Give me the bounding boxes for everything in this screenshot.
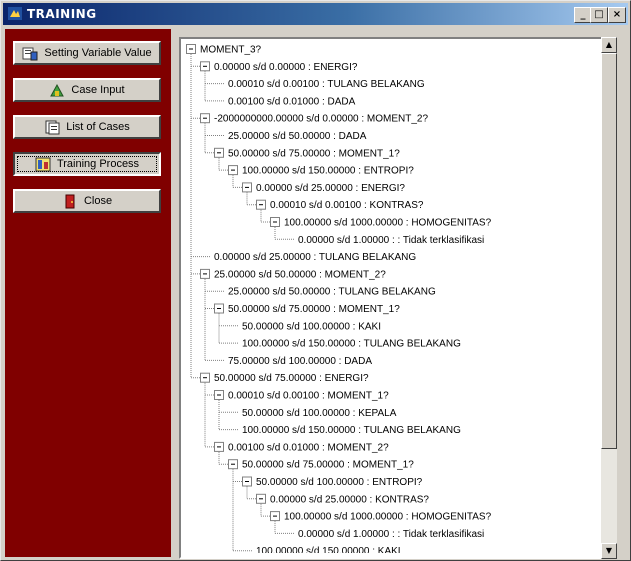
- tree-node-label[interactable]: -2000000000.00000 s/d 0.00000 : MOMENT_2…: [214, 114, 428, 125]
- tree-node-label[interactable]: 100.00000 s/d 1000.00000 : HOMOGENITAS?: [284, 512, 492, 523]
- list-of-cases-label: List of Cases: [66, 121, 130, 133]
- vertical-scrollbar[interactable]: ▲ ▼: [601, 37, 617, 559]
- close-window-button[interactable]: ×: [608, 7, 626, 23]
- scroll-down-button[interactable]: ▼: [601, 543, 617, 559]
- tree-node-label[interactable]: 25.00000 s/d 50.00000 : DADA: [228, 131, 367, 142]
- case-input-label: Case Input: [71, 84, 125, 96]
- decision-tree-view[interactable]: MOMENT_3? 0.00000 s/d 0.00000 : ENERGI? 0.…: [179, 37, 605, 559]
- case-input-button[interactable]: Case Input: [13, 78, 161, 102]
- sidebar-panel: Setting Variable Value Case Input List o…: [5, 29, 171, 557]
- expand-toggle-icon[interactable]: [228, 165, 238, 176]
- app-icon: [8, 7, 22, 20]
- tree-node-label[interactable]: 100.00000 s/d 150.00000 : ENTROPI?: [242, 166, 414, 177]
- tree-node-label[interactable]: 0.00000 s/d 1.00000 : : Tidak terklasifi…: [298, 529, 484, 540]
- expand-toggle-icon[interactable]: [256, 493, 266, 504]
- title-bar[interactable]: TRAINING _ □ ×: [3, 3, 628, 25]
- tree-node-label[interactable]: 0.00000 s/d 25.00000 : TULANG BELAKANG: [214, 252, 416, 263]
- close-label: Close: [83, 195, 113, 207]
- tree-canvas: MOMENT_3? 0.00000 s/d 0.00000 : ENERGI? 0.…: [186, 44, 492, 553]
- minimize-icon: _: [580, 9, 586, 20]
- tree-node-label[interactable]: 50.00000 s/d 75.00000 : MOMENT_1?: [228, 304, 400, 315]
- tree-node-label[interactable]: 75.00000 s/d 100.00000 : DADA: [228, 356, 372, 367]
- setting-variable-value-button[interactable]: Setting Variable Value: [13, 41, 161, 65]
- training-process-label: Training Process: [56, 158, 140, 170]
- maximize-button[interactable]: □: [590, 7, 608, 23]
- expand-toggle-icon[interactable]: [214, 147, 224, 158]
- tree-node-label[interactable]: 50.00000 s/d 75.00000 : ENERGI?: [214, 373, 369, 384]
- tree-node-label[interactable]: 100.00000 s/d 150.00000 : KAKI: [256, 546, 401, 553]
- expand-toggle-icon[interactable]: [200, 268, 210, 279]
- close-icon: ×: [612, 9, 622, 20]
- scroll-thumb[interactable]: [601, 53, 617, 449]
- tree-node-label[interactable]: 100.00000 s/d 150.00000 : TULANG BELAKAN…: [242, 425, 461, 436]
- tree-node-label[interactable]: 50.00000 s/d 100.00000 : KAKI: [242, 321, 381, 332]
- tree-node-label[interactable]: 0.00000 s/d 25.00000 : KONTRAS?: [270, 494, 429, 505]
- tree-node-label[interactable]: 100.00000 s/d 1000.00000 : HOMOGENITAS?: [284, 218, 492, 229]
- tree-node-label[interactable]: 50.00000 s/d 75.00000 : MOMENT_1?: [228, 148, 400, 159]
- window-title: TRAINING: [27, 7, 97, 21]
- scroll-up-button[interactable]: ▲: [601, 37, 617, 53]
- tree-node-label[interactable]: 25.00000 s/d 50.00000 : TULANG BELAKANG: [228, 287, 436, 298]
- expand-toggle-icon[interactable]: [186, 44, 196, 54]
- expand-toggle-icon[interactable]: [228, 459, 238, 470]
- expand-toggle-icon[interactable]: [200, 372, 210, 383]
- expand-toggle-icon[interactable]: [214, 303, 224, 314]
- settings-icon: [22, 47, 38, 60]
- tree-node-label[interactable]: 0.00100 s/d 0.01000 : DADA: [228, 96, 356, 107]
- tree-node-label[interactable]: MOMENT_3?: [200, 45, 262, 56]
- tree-node-label[interactable]: 0.00000 s/d 0.00000 : ENERGI?: [214, 62, 358, 73]
- tree-node-label[interactable]: 0.00010 s/d 0.00100 : TULANG BELAKANG: [228, 79, 425, 90]
- tree-node-label[interactable]: 0.00100 s/d 0.01000 : MOMENT_2?: [228, 442, 389, 453]
- close-button[interactable]: Close: [13, 189, 161, 213]
- expand-toggle-icon[interactable]: [256, 199, 266, 210]
- training-process-button[interactable]: Training Process: [13, 152, 161, 176]
- tree-node-label[interactable]: 25.00000 s/d 50.00000 : MOMENT_2?: [214, 269, 386, 280]
- expand-toggle-icon[interactable]: [242, 476, 252, 487]
- training-window: TRAINING _ □ × Setting Variable Value Ca…: [0, 0, 631, 561]
- expand-toggle-icon[interactable]: [214, 390, 224, 400]
- arrow-down-icon: ▼: [605, 546, 613, 555]
- tree-node-label[interactable]: 50.00000 s/d 100.00000 : ENTROPI?: [256, 477, 423, 488]
- tree-node-label[interactable]: 0.00010 s/d 0.00100 : KONTRAS?: [270, 200, 424, 211]
- expand-toggle-icon[interactable]: [270, 217, 280, 227]
- tree-node-label[interactable]: 50.00000 s/d 100.00000 : KEPALA: [242, 408, 397, 419]
- training-icon: [35, 157, 51, 171]
- maximize-icon: □: [594, 9, 604, 20]
- expand-toggle-icon[interactable]: [242, 182, 252, 193]
- tree-node-label[interactable]: 100.00000 s/d 150.00000 : TULANG BELAKAN…: [242, 339, 461, 350]
- list-icon: [45, 120, 60, 134]
- expand-toggle-icon[interactable]: [214, 441, 224, 452]
- expand-toggle-icon[interactable]: [200, 113, 210, 124]
- case-input-icon: [50, 83, 65, 96]
- expand-toggle-icon[interactable]: [270, 511, 280, 522]
- arrow-up-icon: ▲: [605, 40, 613, 49]
- tree-node-label[interactable]: 0.00000 s/d 25.00000 : ENERGI?: [256, 183, 405, 194]
- setting-variable-value-label: Setting Variable Value: [44, 47, 152, 59]
- close-door-icon: [65, 194, 75, 208]
- list-of-cases-button[interactable]: List of Cases: [13, 115, 161, 139]
- tree-node-label[interactable]: 0.00010 s/d 0.00100 : MOMENT_1?: [228, 391, 389, 402]
- expand-toggle-icon[interactable]: [200, 61, 210, 72]
- tree-node-label[interactable]: 0.00000 s/d 1.00000 : : Tidak terklasifi…: [298, 235, 484, 246]
- tree-node-label[interactable]: 50.00000 s/d 75.00000 : MOMENT_1?: [242, 460, 414, 471]
